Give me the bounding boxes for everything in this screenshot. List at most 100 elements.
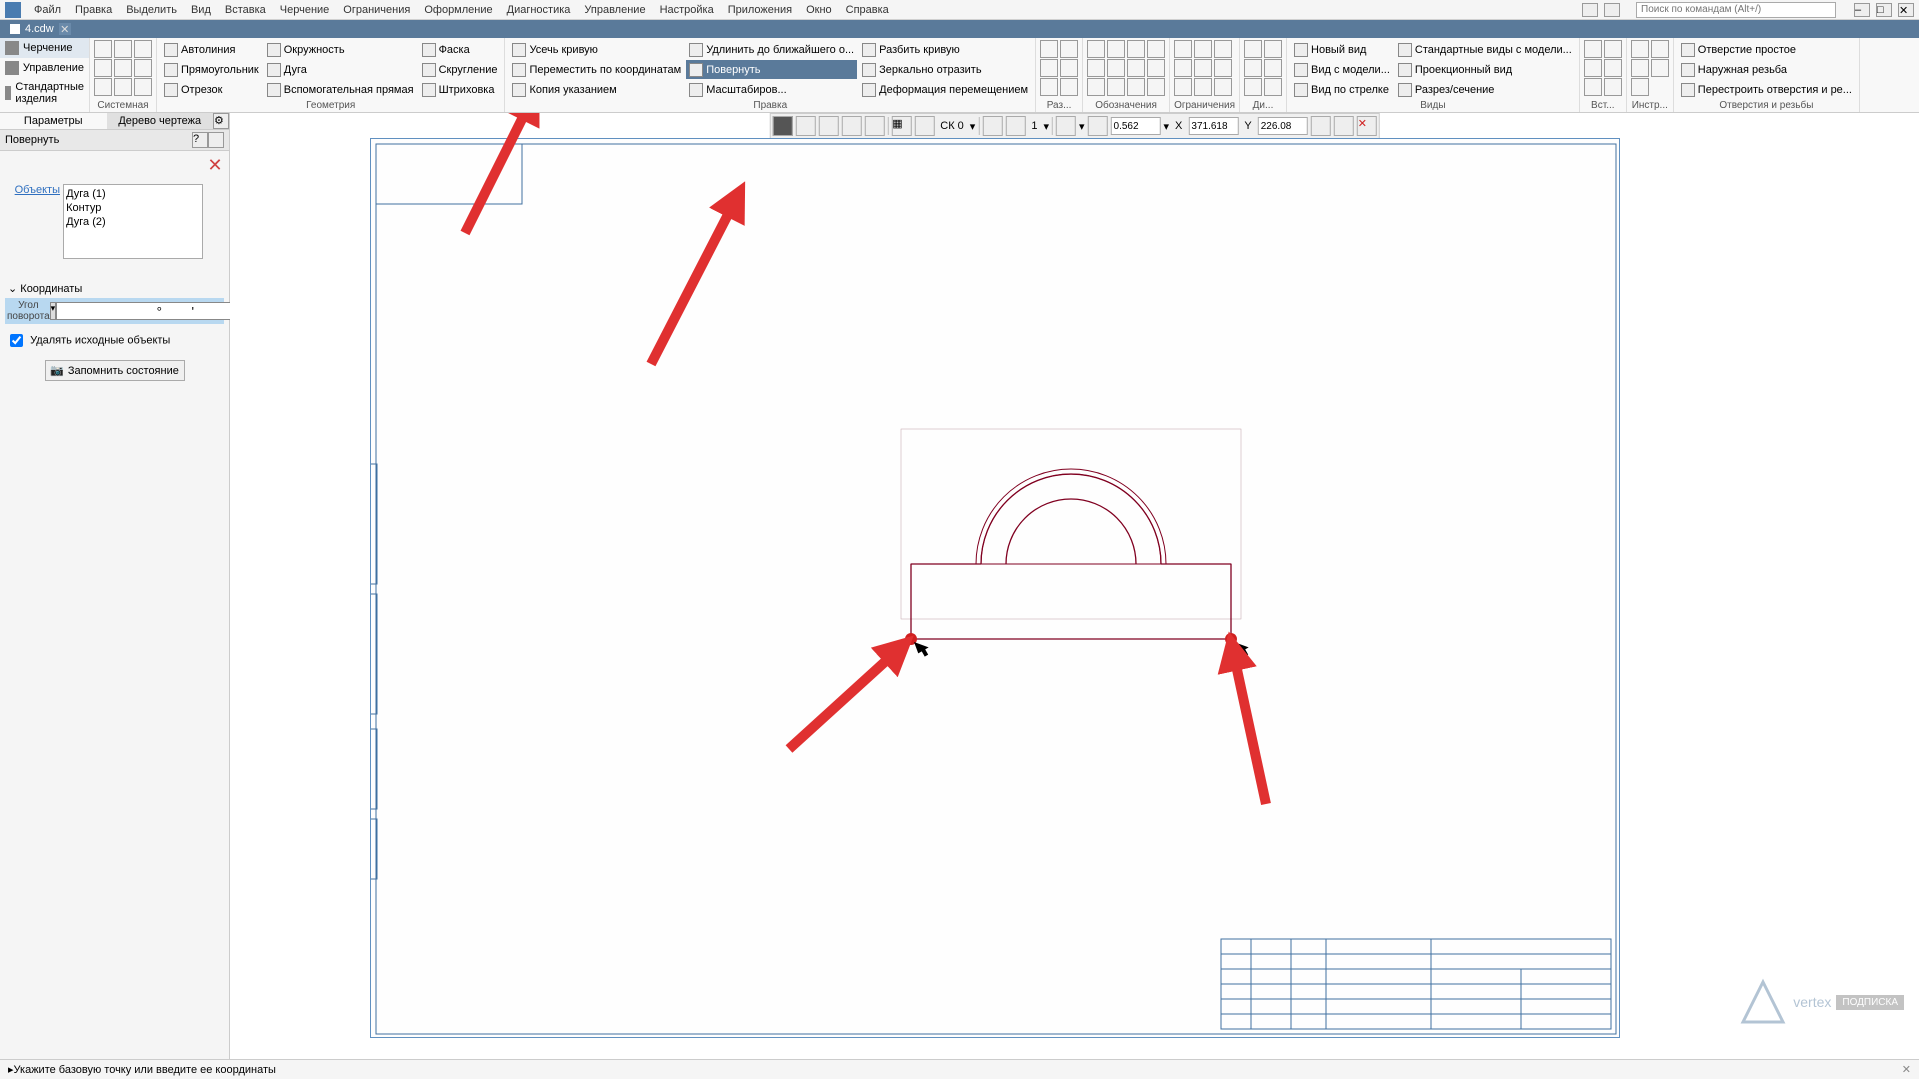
btn-arrow-view[interactable]: Вид по стрелке — [1291, 80, 1393, 99]
close-button[interactable]: ✕ — [1898, 3, 1914, 17]
objects-list[interactable]: Дуга (1) Контур Дуга (2) — [63, 184, 203, 259]
cancel-icon[interactable]: ✕ — [1357, 116, 1377, 136]
tb-btn-3[interactable] — [841, 116, 861, 136]
open-icon[interactable] — [114, 40, 132, 58]
btn-autoline[interactable]: Автолиния — [161, 40, 262, 59]
dim-icon-2[interactable] — [1040, 59, 1058, 77]
angle-input[interactable] — [56, 302, 235, 320]
tb-btn-5[interactable] — [982, 116, 1002, 136]
insert-icon-5[interactable] — [1604, 59, 1622, 77]
annot-icon-7[interactable] — [1127, 40, 1145, 58]
list-item[interactable]: Контур — [66, 201, 200, 215]
diag-icon-2[interactable] — [1244, 59, 1262, 77]
diag-icon-1[interactable] — [1244, 40, 1262, 58]
copy-icon[interactable] — [134, 40, 152, 58]
insert-icon-2[interactable] — [1584, 59, 1602, 77]
btn-new-view[interactable]: Новый вид — [1291, 40, 1393, 59]
btn-chamfer[interactable]: Фаска — [419, 40, 501, 59]
y-input[interactable] — [1258, 117, 1308, 135]
btn-model-view[interactable]: Вид с модели... — [1291, 60, 1393, 79]
btn-hole-simple[interactable]: Отверстие простое — [1678, 40, 1855, 59]
props-icon[interactable] — [134, 78, 152, 96]
annot-icon-2[interactable] — [1087, 59, 1105, 77]
annot-icon-12[interactable] — [1147, 78, 1165, 96]
tab-params[interactable]: Параметры — [0, 113, 107, 129]
constr-icon-7[interactable] — [1214, 40, 1232, 58]
diag-icon-4[interactable] — [1264, 40, 1282, 58]
constr-icon-2[interactable] — [1174, 59, 1192, 77]
side-tab-drawing[interactable]: Черчение — [0, 38, 89, 58]
btn-section[interactable]: Разрез/сечение — [1395, 80, 1575, 99]
cs-value[interactable]: СК 0 — [937, 120, 967, 132]
diag-icon-3[interactable] — [1244, 78, 1262, 96]
side-tab-standard[interactable]: Стандартные изделия — [0, 78, 89, 108]
tool-icon-4[interactable] — [1651, 40, 1669, 58]
tool-icon-5[interactable] — [1651, 59, 1669, 77]
pin-icon[interactable] — [208, 132, 224, 148]
command-search[interactable] — [1636, 2, 1836, 18]
save-state-button[interactable]: 📷 Запомнить состояние — [45, 360, 185, 381]
menu-select[interactable]: Выделить — [126, 4, 177, 16]
menu-constraints[interactable]: Ограничения — [343, 4, 410, 16]
dim-icon-6[interactable] — [1060, 78, 1078, 96]
menu-edit[interactable]: Правка — [75, 4, 112, 16]
menu-design[interactable]: Оформление — [424, 4, 492, 16]
btn-deform[interactable]: Деформация перемещением — [859, 80, 1031, 99]
menu-help[interactable]: Справка — [846, 4, 889, 16]
maximize-button[interactable]: □ — [1876, 3, 1892, 17]
menu-apps[interactable]: Приложения — [728, 4, 792, 16]
annot-icon-8[interactable] — [1127, 59, 1145, 77]
tab-tree[interactable]: Дерево чертежа — [107, 113, 214, 129]
diag-icon-5[interactable] — [1264, 59, 1282, 77]
zoom-out-icon[interactable] — [1056, 116, 1076, 136]
tb-btn-7[interactable] — [1334, 116, 1354, 136]
new-icon[interactable] — [94, 40, 112, 58]
btn-move-coord[interactable]: Переместить по координатам — [509, 60, 684, 79]
menu-manage[interactable]: Управление — [584, 4, 645, 16]
x-input[interactable] — [1188, 117, 1238, 135]
annot-icon-11[interactable] — [1147, 59, 1165, 77]
btn-arc[interactable]: Дуга — [264, 60, 417, 79]
grid-icon[interactable]: ▦ — [891, 116, 911, 136]
redo-icon[interactable] — [114, 78, 132, 96]
btn-fillet[interactable]: Скругление — [419, 60, 501, 79]
btn-mirror[interactable]: Зеркально отразить — [859, 60, 1031, 79]
minimize-button[interactable]: – — [1854, 3, 1870, 17]
btn-scale[interactable]: Масштабиров... — [686, 80, 857, 99]
annot-icon-6[interactable] — [1107, 78, 1125, 96]
btn-rectangle[interactable]: Прямоугольник — [161, 60, 262, 79]
layer-value[interactable]: 1 — [1028, 120, 1040, 132]
menu-window[interactable]: Окно — [806, 4, 832, 16]
btn-std-views[interactable]: Стандартные виды с модели... — [1395, 40, 1575, 59]
btn-circle[interactable]: Окружность — [264, 40, 417, 59]
diag-icon-6[interactable] — [1264, 78, 1282, 96]
btn-split[interactable]: Разбить кривую — [859, 40, 1031, 59]
tool-icon-2[interactable] — [1631, 59, 1649, 77]
coord-header[interactable]: ⌄ Координаты — [5, 279, 224, 298]
menu-view[interactable]: Вид — [191, 4, 211, 16]
help-icon[interactable]: ? — [192, 132, 208, 148]
panel-close-icon[interactable]: ✕ — [205, 155, 225, 175]
annot-icon-9[interactable] — [1127, 78, 1145, 96]
menu-insert[interactable]: Вставка — [225, 4, 266, 16]
annot-icon-3[interactable] — [1087, 78, 1105, 96]
tool-icon-3[interactable] — [1631, 78, 1649, 96]
zoom-in-icon[interactable] — [1088, 116, 1108, 136]
side-tab-manage[interactable]: Управление — [0, 58, 89, 78]
constr-icon-8[interactable] — [1214, 59, 1232, 77]
insert-icon-6[interactable] — [1604, 78, 1622, 96]
doc-tab[interactable]: 4.cdw ✕ — [0, 22, 81, 36]
constr-icon-6[interactable] — [1194, 78, 1212, 96]
btn-rotate[interactable]: Повернуть — [686, 60, 857, 79]
btn-trim[interactable]: Усечь кривую — [509, 40, 684, 59]
annot-icon-4[interactable] — [1107, 40, 1125, 58]
tb-btn-6[interactable] — [1311, 116, 1331, 136]
doc-tab-close[interactable]: ✕ — [59, 23, 71, 35]
menu-settings[interactable]: Настройка — [660, 4, 714, 16]
layout-btn-2[interactable] — [1604, 3, 1620, 17]
dim-icon-4[interactable] — [1060, 40, 1078, 58]
canvas[interactable]: ▦ СК 0 ▾ 1 ▾ ▾ ▾ X Y ✕ — [230, 113, 1919, 1062]
constr-icon-1[interactable] — [1174, 40, 1192, 58]
dim-icon-5[interactable] — [1060, 59, 1078, 77]
save-icon[interactable] — [94, 59, 112, 77]
